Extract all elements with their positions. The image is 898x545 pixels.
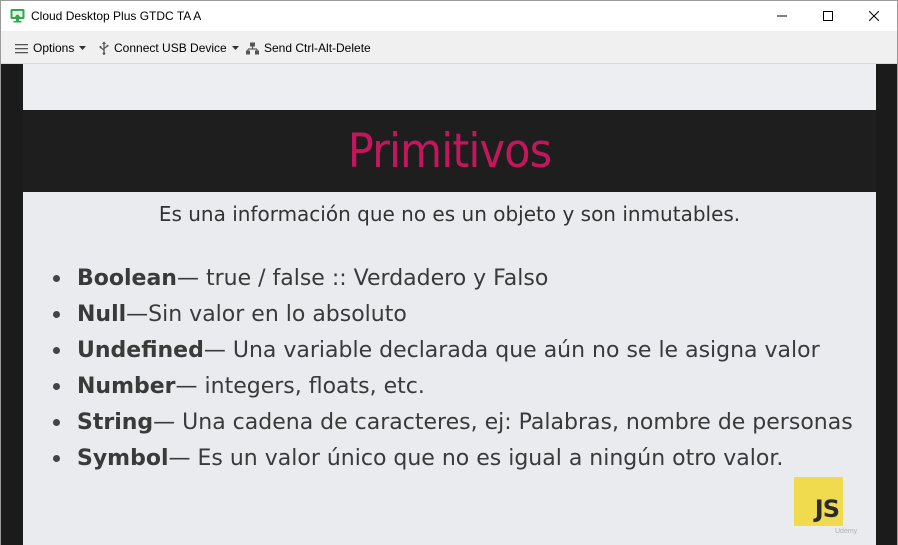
maximize-icon xyxy=(823,11,833,21)
list-item: Symbol — Es un valor único que no es igu… xyxy=(51,440,871,476)
toolbar: Options Connect USB Device Send Ctrl-Alt… xyxy=(1,31,897,64)
item-term: Null xyxy=(77,301,127,327)
bullet-icon xyxy=(53,382,60,390)
connect-usb-menu[interactable]: Connect USB Device xyxy=(99,40,239,56)
item-term: Number xyxy=(77,373,176,399)
bullet-icon xyxy=(53,346,60,354)
maximize-button[interactable] xyxy=(805,1,851,31)
minimize-icon xyxy=(777,15,787,17)
chevron-down-icon xyxy=(79,46,87,50)
item-description: — true / false :: Verdadero y Falso xyxy=(176,265,549,291)
item-description: —Sin valor en lo absoluto xyxy=(126,301,407,327)
presentation-slide: Primitivos Es una información que no es … xyxy=(23,64,876,545)
item-description: — Una cadena de caracteres, ej: Palabras… xyxy=(153,409,853,435)
minimize-button[interactable] xyxy=(759,1,805,31)
chevron-down-icon xyxy=(231,46,239,50)
title-bar[interactable]: Cloud Desktop Plus GTDC TA A xyxy=(1,1,897,31)
remote-left-margin xyxy=(1,64,23,545)
network-icon xyxy=(246,42,259,54)
item-term: Undefined xyxy=(77,337,204,363)
item-term: String xyxy=(77,409,154,435)
hamburger-menu-icon xyxy=(15,43,28,53)
options-menu[interactable]: Options xyxy=(15,40,87,56)
send-ctrl-alt-delete-button[interactable]: Send Ctrl-Alt-Delete xyxy=(246,40,371,56)
js-logo: JS xyxy=(794,477,843,526)
list-item: Boolean — true / false :: Verdadero y Fa… xyxy=(51,260,871,296)
connect-usb-label: Connect USB Device xyxy=(114,41,227,55)
list-item: Number — integers, floats, etc. xyxy=(51,368,871,404)
item-description: — Es un valor único que no es igual a ni… xyxy=(168,445,784,471)
item-term: Boolean xyxy=(77,265,177,291)
close-icon xyxy=(869,11,879,21)
slide-header-area xyxy=(23,64,876,110)
close-button[interactable] xyxy=(851,1,897,31)
send-ctrl-alt-delete-label: Send Ctrl-Alt-Delete xyxy=(264,41,371,55)
item-term: Symbol xyxy=(77,445,169,471)
bullet-icon xyxy=(53,454,60,462)
bullet-icon xyxy=(53,418,60,426)
remote-desktop-window: Cloud Desktop Plus GTDC TA A Options Con… xyxy=(0,0,898,545)
bullet-list: Boolean — true / false :: Verdadero y Fa… xyxy=(51,260,871,476)
usb-icon xyxy=(99,41,109,55)
item-description: — Una variable declarada que aún no se l… xyxy=(203,337,820,363)
bullet-icon xyxy=(53,310,60,318)
item-description: — integers, floats, etc. xyxy=(175,373,425,399)
slide-subtitle: Es una información que no es un objeto y… xyxy=(158,202,741,226)
list-item: String — Una cadena de caracteres, ej: P… xyxy=(51,404,871,440)
remote-desktop-view[interactable]: Primitivos Es una información que no es … xyxy=(1,64,897,545)
watermark: Udemy xyxy=(835,528,858,535)
window-title: Cloud Desktop Plus GTDC TA A xyxy=(31,9,202,23)
slide-title: Primitivos xyxy=(347,124,553,179)
list-item: Null —Sin valor en lo absoluto xyxy=(51,296,871,332)
options-label: Options xyxy=(33,41,75,55)
list-item: Undefined — Una variable declarada que a… xyxy=(51,332,871,368)
cloud-desktop-icon xyxy=(10,9,25,23)
remote-right-margin xyxy=(876,64,897,545)
js-logo-text: JS xyxy=(814,495,840,523)
bullet-icon xyxy=(53,274,60,282)
